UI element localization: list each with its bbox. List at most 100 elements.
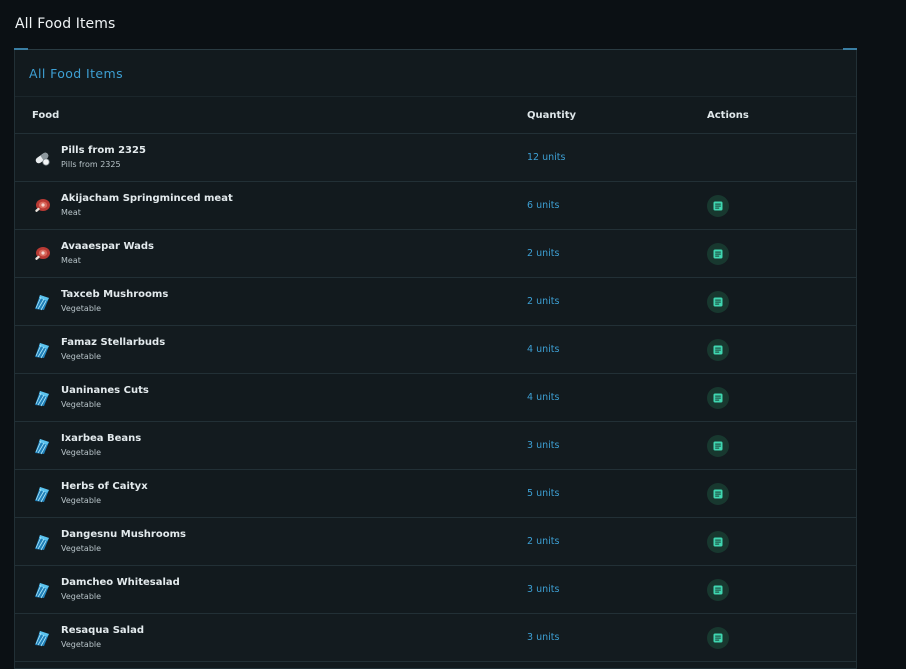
column-header-quantity: Quantity [527,109,576,121]
view-details-button[interactable] [707,290,729,313]
quantity-cell: 3 units [527,632,560,643]
panel-corner-accent [843,48,857,50]
table-row: Resaqua Salad Vegetable 3 units [15,614,856,662]
food-text: Pills from 2325 Pills from 2325 [61,144,146,172]
food-items-panel: All Food Items Food Quantity Actions Pil… [14,48,857,669]
quantity-cell: 5 units [527,488,560,499]
view-details-button[interactable] [707,530,729,553]
view-details-button[interactable] [707,386,729,409]
actions-cell [707,434,856,457]
view-details-button[interactable] [707,194,729,217]
view-details-button[interactable] [707,482,729,505]
table-row: Uaninanes Cuts Vegetable 4 units [15,374,856,422]
food-name: Pills from 2325 [61,144,146,156]
panel-title: All Food Items [29,66,123,81]
table-row: Akijacham Springminced meat Meat 6 units [15,182,856,230]
food-type: Vegetable [61,447,102,457]
food-text: Herbs of Caityx Vegetable [61,480,148,508]
food-type: Vegetable [61,495,102,505]
page-title: All Food Items [15,16,116,32]
food-name: Damcheo Whitesalad [61,576,180,588]
quantity-cell: 3 units [527,440,560,451]
food-text: Akijacham Springminced meat Meat [61,192,233,220]
list-document-icon [713,393,723,403]
food-name: Resaqua Salad [61,624,144,636]
list-document-icon [713,489,723,499]
actions-cell [707,482,856,505]
list-document-icon [713,441,723,451]
quantity-cell: 4 units [527,392,560,403]
food-cell: Herbs of Caityx Vegetable [15,480,527,508]
food-name: Taxceb Mushrooms [61,288,169,300]
food-cell: Akijacham Springminced meat Meat [15,192,527,220]
vegetable-icon [32,532,52,552]
food-cell: Avaaespar Wads Meat [15,240,527,268]
food-name: Ixarbea Beans [61,432,142,444]
list-document-icon [713,633,723,643]
vegetable-icon [32,580,52,600]
food-cell: Ixarbea Beans Vegetable [15,432,527,460]
vegetable-icon [32,292,52,312]
food-cell: Famaz Stellarbuds Vegetable [15,336,527,364]
food-cell: Resaqua Salad Vegetable [15,624,527,652]
list-document-icon [713,201,723,211]
column-header-actions: Actions [707,109,749,121]
food-name: Famaz Stellarbuds [61,336,166,348]
table-header: Food Quantity Actions [15,97,856,134]
actions-cell [707,242,856,265]
table-body: Pills from 2325 Pills from 2325 12 units Ak… [15,134,856,662]
list-document-icon [713,345,723,355]
food-type: Vegetable [61,591,102,601]
table-row: Ixarbea Beans Vegetable 3 units [15,422,856,470]
quantity-cell: 12 units [527,152,566,163]
pills-icon [32,148,52,168]
food-name: Herbs of Caityx [61,480,148,492]
food-text: Avaaespar Wads Meat [61,240,154,268]
actions-cell [707,578,856,601]
food-cell: Damcheo Whitesalad Vegetable [15,576,527,604]
column-header-food: Food [32,109,60,121]
table-row: Avaaespar Wads Meat 2 units [15,230,856,278]
actions-cell [707,338,856,361]
food-name: Dangesnu Mushrooms [61,528,186,540]
vegetable-icon [32,340,52,360]
food-cell: Dangesnu Mushrooms Vegetable [15,528,527,556]
quantity-cell: 6 units [527,200,560,211]
view-details-button[interactable] [707,338,729,361]
actions-cell [707,386,856,409]
food-type: Vegetable [61,639,102,649]
quantity-cell: 4 units [527,344,560,355]
vegetable-icon [32,628,52,648]
vegetable-icon [32,388,52,408]
view-details-button[interactable] [707,434,729,457]
table-row: Pills from 2325 Pills from 2325 12 units [15,134,856,182]
food-text: Taxceb Mushrooms Vegetable [61,288,168,316]
actions-cell [707,530,856,553]
food-name: Akijacham Springminced meat [61,192,233,204]
table-row: Dangesnu Mushrooms Vegetable 2 units [15,518,856,566]
table-row: Damcheo Whitesalad Vegetable 3 units [15,566,856,614]
list-document-icon [713,249,723,259]
food-type: Meat [61,255,81,265]
food-type: Vegetable [61,303,102,313]
meat-icon [32,196,52,216]
vegetable-icon [32,436,52,456]
quantity-cell: 2 units [527,536,560,547]
actions-cell [707,290,856,313]
food-text: Damcheo Whitesalad Vegetable [61,576,180,604]
panel-header: All Food Items [15,50,856,97]
quantity-cell: 3 units [527,584,560,595]
food-type: Vegetable [61,399,102,409]
food-text: Famaz Stellarbuds Vegetable [61,336,165,364]
quantity-cell: 2 units [527,296,560,307]
food-text: Dangesnu Mushrooms Vegetable [61,528,186,556]
view-details-button[interactable] [707,626,729,649]
view-details-button[interactable] [707,578,729,601]
food-type: Vegetable [61,351,102,361]
vegetable-icon [32,484,52,504]
view-details-button[interactable] [707,242,729,265]
food-cell: Taxceb Mushrooms Vegetable [15,288,527,316]
actions-cell [707,194,856,217]
list-document-icon [713,537,723,547]
food-name: Uaninanes Cuts [61,384,149,396]
